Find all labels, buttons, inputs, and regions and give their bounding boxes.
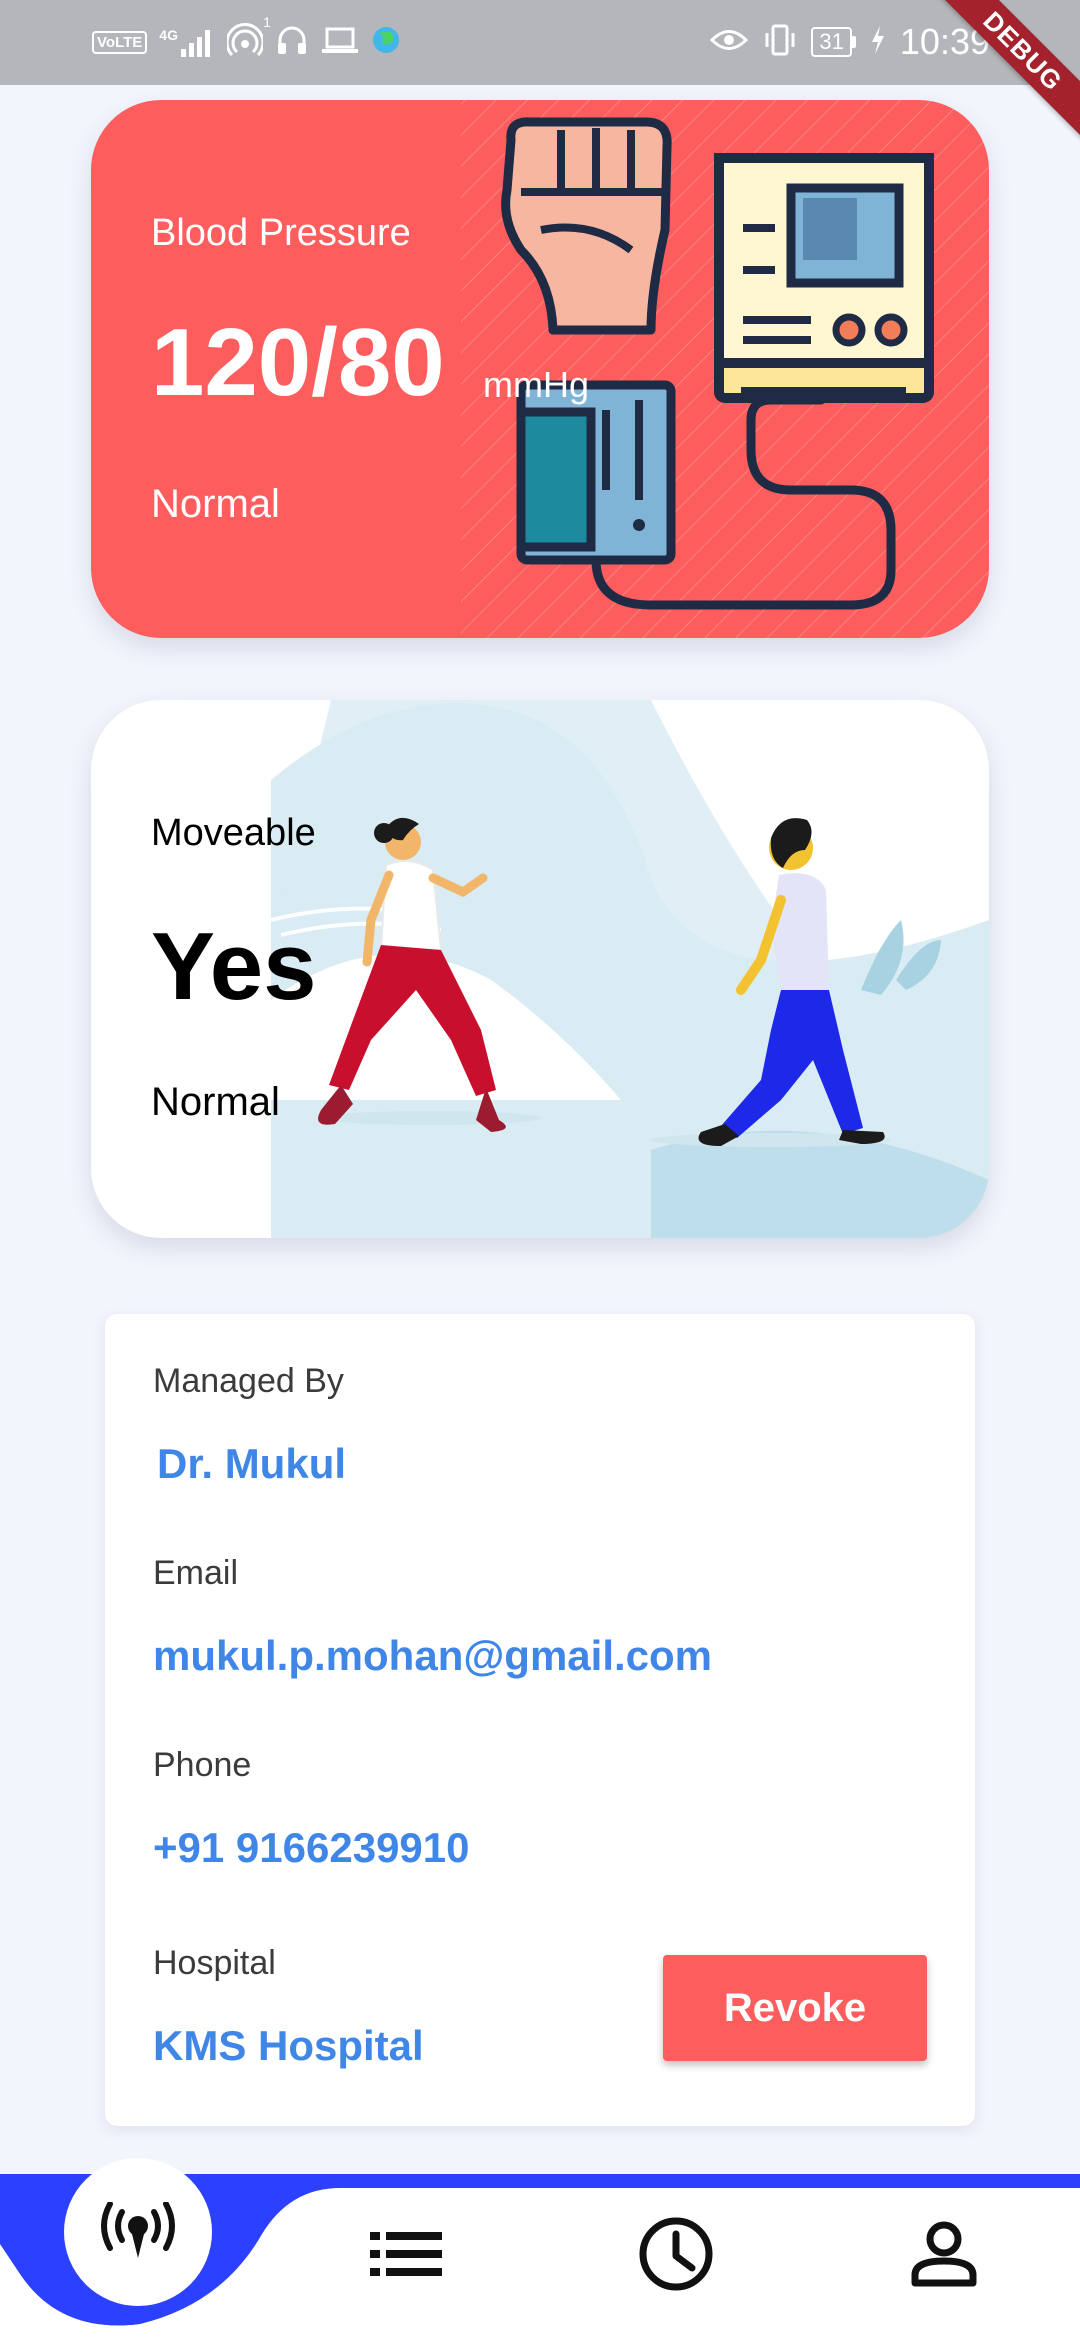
blood-pressure-value: 120/80 [151,309,445,416]
headset-icon [275,23,309,62]
bottom-navigation [0,2158,1080,2340]
laptop-icon [321,25,359,60]
manager-info-card: Managed By Dr. Mukul Email mukul.p.mohan… [105,1314,975,2126]
hotspot-icon: 1 [225,14,271,63]
volte-icon: VoLTE [92,30,148,54]
doctor-name[interactable]: Dr. Mukul [157,1440,346,1488]
status-bar: VoLTE 4G 1 31 10:39 DEBUG [0,0,1080,146]
hospital-name[interactable]: KMS Hospital [153,2022,424,2070]
hospital-label: Hospital [153,1944,276,1982]
nav-history-button[interactable] [626,2204,726,2304]
mobility-card[interactable]: Moveable Yes Normal [91,700,989,1238]
card-label: Moveable [151,812,316,854]
eye-comfort-icon [709,25,749,60]
nav-live-button[interactable] [64,2158,212,2306]
blood-pressure-card[interactable]: Blood Pressure 120/80 mmHg Normal [91,100,989,638]
mobility-status: Normal [151,1080,280,1124]
vibrate-icon [763,23,797,62]
email-link[interactable]: mukul.p.mohan@gmail.com [153,1632,712,1680]
charging-icon [870,25,886,59]
mobility-value: Yes [151,913,317,1020]
revoke-button[interactable]: Revoke [663,1955,927,2061]
blood-pressure-status: Normal [151,482,280,526]
blood-pressure-unit: mmHg [483,364,589,405]
list-icon [370,2232,442,2276]
battery-icon: 31 [811,27,856,57]
hotspot-count: 1 [263,13,271,30]
person-icon [911,2221,977,2287]
card-label: Blood Pressure [151,212,411,254]
nav-list-button[interactable] [356,2204,456,2304]
battery-level: 31 [811,27,852,57]
broadcast-icon [101,2202,175,2258]
phone-label: Phone [153,1746,252,1784]
phone-link[interactable]: +91 9166239910 [153,1824,470,1872]
status-icons-left: VoLTE 4G 1 [92,14,401,63]
nav-profile-button[interactable] [894,2204,994,2304]
managed-by-label: Managed By [153,1362,344,1400]
app-globe-icon [371,25,401,60]
email-label: Email [153,1554,239,1592]
signal-icon: 4G [159,27,215,57]
network-type-label: 4G [159,27,178,43]
clock-icon [639,2217,713,2291]
status-icons-right: 31 10:39 [709,21,990,62]
